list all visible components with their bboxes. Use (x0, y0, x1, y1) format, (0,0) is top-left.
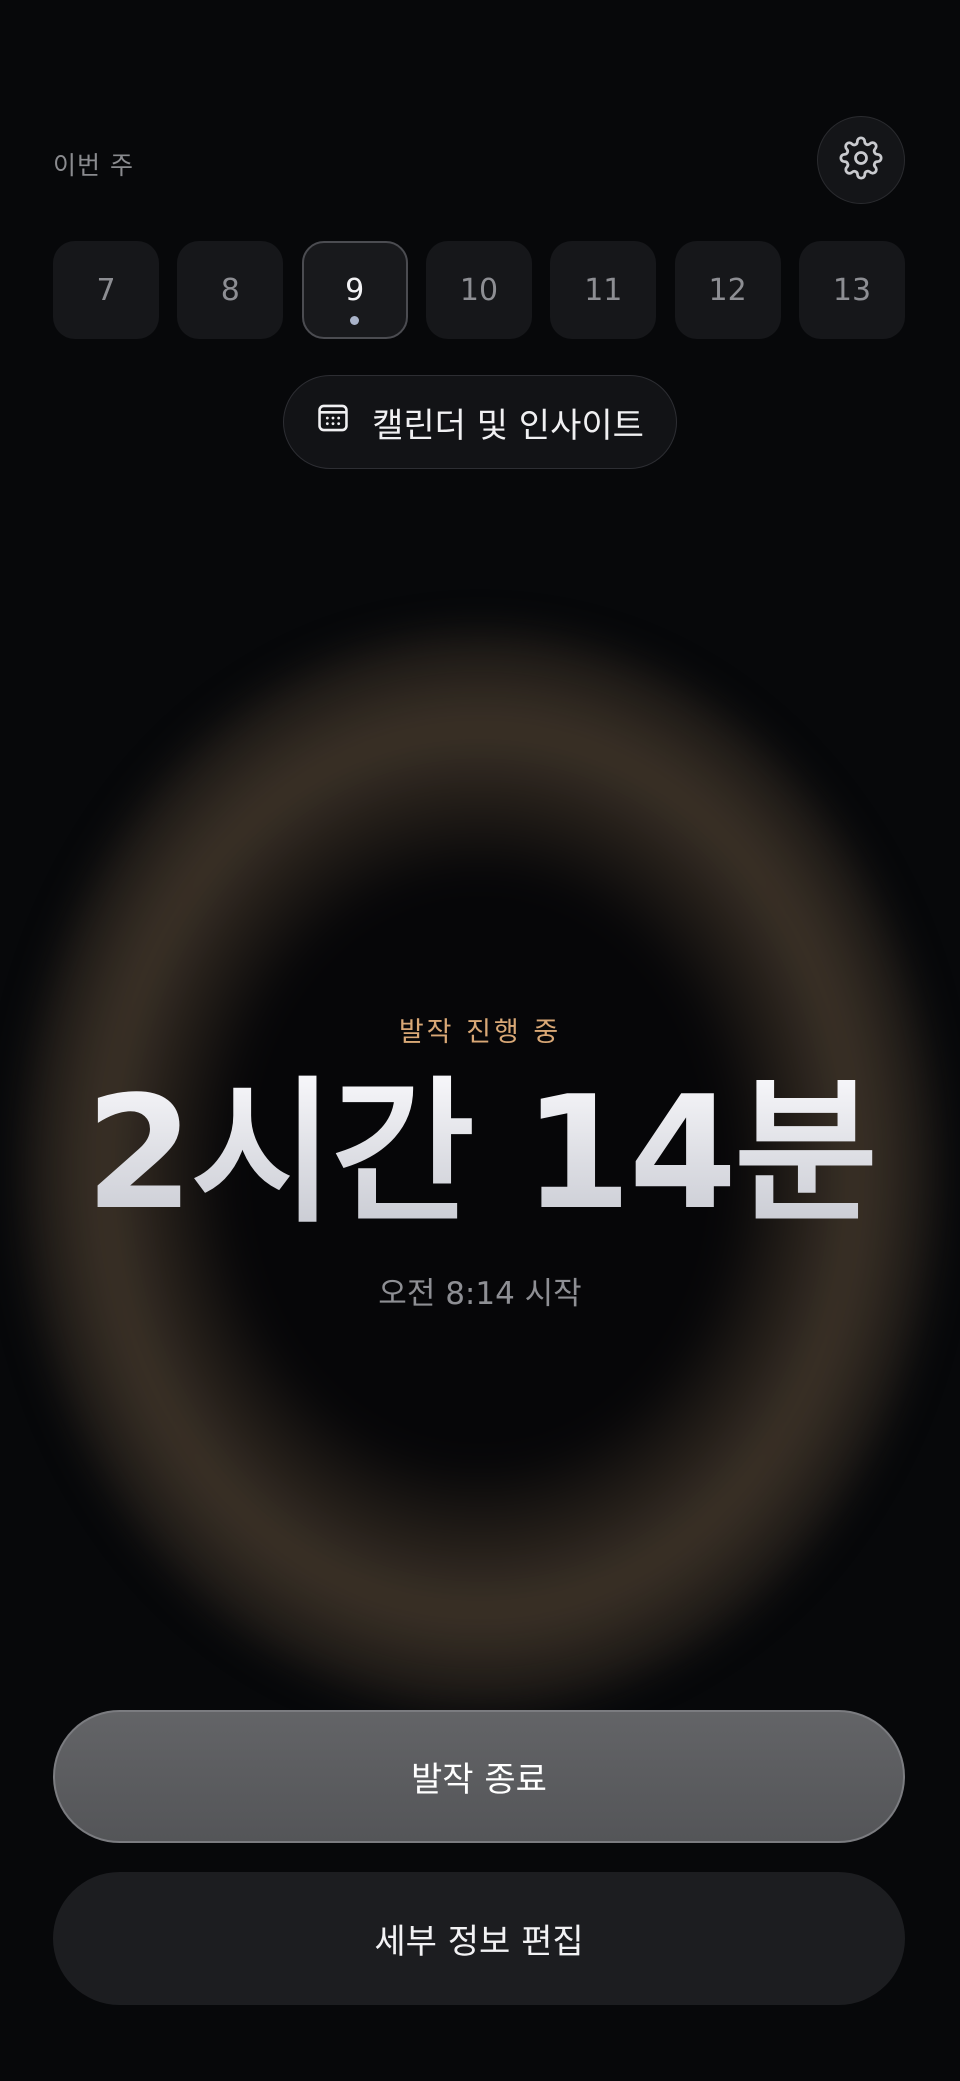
week-day-strip: 7 8 9 10 11 12 13 (53, 241, 905, 339)
gear-icon (839, 136, 883, 184)
day-13[interactable]: 13 (798, 241, 905, 339)
settings-button[interactable] (817, 116, 905, 204)
day-8[interactable]: 8 (177, 241, 284, 339)
day-12[interactable]: 12 (674, 241, 781, 339)
day-number: 11 (584, 272, 623, 308)
week-label: 이번 주 (53, 151, 134, 180)
episode-start-time: 오전 8:14 시작 (378, 1276, 582, 1312)
day-number: 10 (459, 272, 499, 308)
end-episode-label: 발작 종료 (411, 1760, 547, 1800)
calendar-insights-button[interactable]: 캘린더 및 인사이트 (283, 375, 677, 469)
day-number: 7 (96, 272, 116, 308)
day-7[interactable]: 7 (53, 241, 159, 339)
selected-day-dot (350, 316, 360, 325)
day-9-selected[interactable]: 9 (301, 241, 408, 339)
edit-details-label: 세부 정보 편집 (374, 1922, 584, 1962)
calendar-icon (316, 401, 350, 444)
day-number: 9 (345, 272, 365, 308)
episode-status: 발작 진행 중 (398, 1017, 562, 1048)
day-number: 12 (708, 272, 747, 308)
day-11[interactable]: 11 (550, 241, 657, 339)
day-number: 8 (220, 272, 240, 308)
edit-details-button[interactable]: 세부 정보 편집 (53, 1872, 905, 2005)
day-number: 13 (832, 272, 872, 308)
calendar-button-label: 캘린더 및 인사이트 (372, 405, 644, 446)
day-10[interactable]: 10 (425, 241, 532, 339)
episode-duration: 2시간 14분 (0, 1075, 960, 1231)
end-episode-button[interactable]: 발작 종료 (53, 1710, 905, 1843)
episode-screen: 이번 주 7 8 9 10 11 12 13 캘린더 및 인사이트 발작 진행 … (0, 0, 960, 2081)
